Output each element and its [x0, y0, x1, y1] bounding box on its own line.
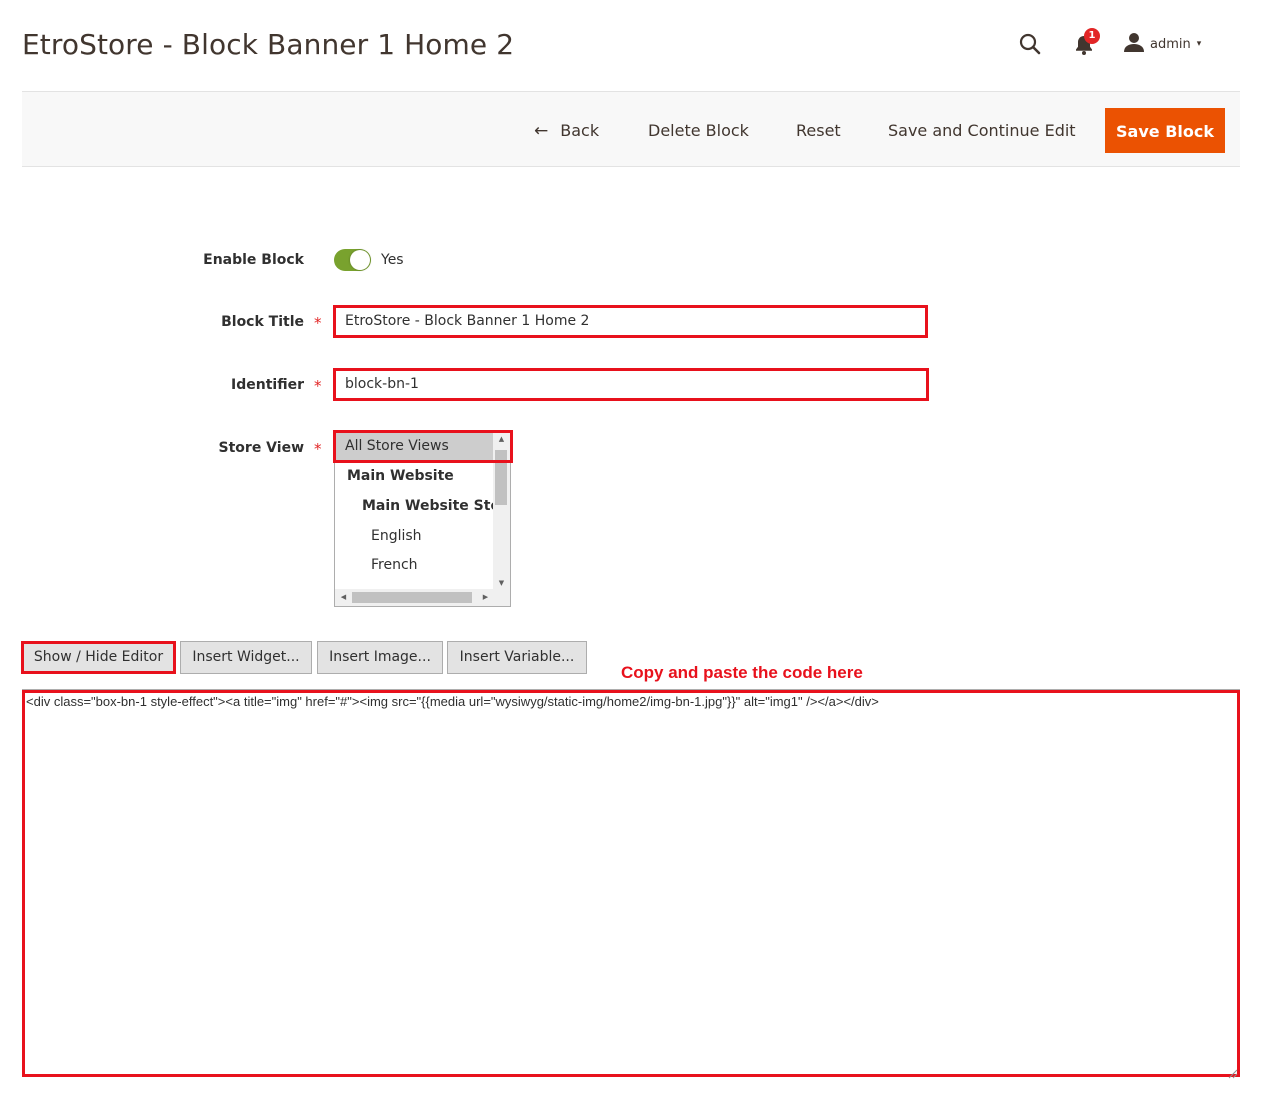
show-hide-editor-button[interactable]: Show / Hide Editor [21, 641, 176, 674]
save-and-continue-button[interactable]: Save and Continue Edit [888, 108, 1076, 153]
search-icon[interactable] [1018, 32, 1042, 56]
user-icon [1124, 32, 1144, 56]
scroll-up-icon[interactable]: ▲ [493, 432, 510, 446]
instruction-annotation: Copy and paste the code here [621, 663, 863, 682]
user-menu[interactable]: admin ▾ [1124, 32, 1201, 56]
chevron-down-icon: ▾ [1196, 39, 1202, 49]
block-title-label: Block Title [221, 314, 304, 330]
insert-widget-button[interactable]: Insert Widget... [180, 641, 312, 674]
resize-handle[interactable] [493, 589, 510, 606]
horizontal-scrollbar[interactable]: ◀ ▶ [335, 589, 494, 606]
enable-block-label: Enable Block [203, 252, 304, 268]
content-editor-textarea[interactable]: <div class="box-bn-1 style-effect"><a ti… [22, 690, 1240, 1077]
notifications-button[interactable]: 1 [1074, 28, 1100, 56]
scroll-right-icon[interactable]: ▶ [477, 589, 494, 606]
scroll-left-icon[interactable]: ◀ [335, 589, 352, 606]
required-marker: * [314, 377, 322, 395]
enable-block-toggle[interactable] [334, 249, 371, 271]
store-option-french[interactable]: French [335, 551, 493, 580]
page-actions-toolbar: ← Back Delete Block Reset Save and Contin… [22, 91, 1240, 167]
store-option-main-website[interactable]: Main Website [335, 462, 493, 491]
delete-block-button[interactable]: Delete Block [648, 108, 749, 153]
insert-variable-button[interactable]: Insert Variable... [447, 641, 587, 674]
toggle-knob [350, 250, 370, 270]
notification-count-badge: 1 [1084, 28, 1100, 44]
back-label: Back [560, 121, 600, 140]
identifier-input[interactable]: block-bn-1 [333, 368, 929, 401]
identifier-label: Identifier [231, 377, 304, 393]
reset-button[interactable]: Reset [796, 108, 841, 153]
scrollbar-thumb[interactable] [495, 450, 507, 505]
scroll-down-icon[interactable]: ▼ [493, 576, 510, 590]
user-name: admin [1150, 36, 1191, 52]
required-marker: * [314, 314, 322, 332]
vertical-scrollbar[interactable]: ▲ ▼ [493, 432, 510, 590]
save-block-button[interactable]: Save Block [1105, 108, 1225, 153]
back-button[interactable]: ← Back [534, 108, 599, 153]
store-option-main-website-store[interactable]: Main Website Store [335, 492, 493, 521]
store-view-multiselect[interactable]: All Store Views Main Website Main Websit… [334, 431, 511, 607]
block-title-input[interactable]: EtroStore - Block Banner 1 Home 2 [333, 305, 928, 338]
resize-grip-icon[interactable] [1228, 1064, 1238, 1079]
arrow-left-icon: ← [534, 121, 549, 141]
store-option-all-store-views[interactable]: All Store Views [335, 432, 493, 461]
required-marker: * [314, 440, 322, 458]
scrollbar-thumb[interactable] [352, 592, 472, 603]
enable-block-value: Yes [381, 252, 404, 268]
page-title: EtroStore - Block Banner 1 Home 2 [22, 28, 515, 61]
store-option-english[interactable]: English [335, 522, 493, 551]
insert-image-button[interactable]: Insert Image... [317, 641, 443, 674]
store-view-label: Store View [218, 440, 304, 456]
